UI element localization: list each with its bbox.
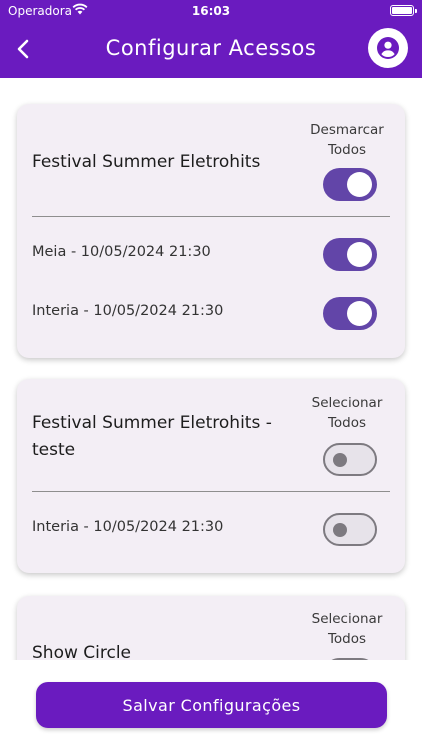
clock: 16:03: [191, 4, 231, 18]
toggle-all-label-line1: Selecionar: [311, 395, 383, 411]
toggle-all-switch[interactable]: [323, 168, 377, 201]
account-circle-icon: [377, 37, 399, 59]
battery-icon: [390, 5, 417, 16]
divider: [32, 491, 390, 492]
toggle-all-label-line1: Desmarcar: [310, 122, 384, 138]
session-switch[interactable]: [323, 297, 377, 330]
toggle-all-switch[interactable]: [323, 443, 377, 476]
session-label: Meia - 10/05/2024 21:30: [32, 244, 211, 260]
events-list[interactable]: Festival Summer Eletrohits Desmarcar Tod…: [0, 78, 422, 660]
footer-bar: Salvar Configurações: [0, 660, 422, 750]
profile-button[interactable]: [368, 28, 408, 68]
session-switch[interactable]: [323, 238, 377, 271]
event-title-line1: Festival Summer Eletrohits -: [32, 413, 272, 433]
session-label: Interia - 10/05/2024 21:30: [32, 519, 224, 535]
session-label: Interia - 10/05/2024 21:30: [32, 303, 224, 319]
toggle-all-label-line2: Todos: [327, 631, 367, 647]
event-title-line2: teste: [32, 440, 76, 460]
event-title: Festival Summer Eletrohits - teste: [32, 410, 302, 464]
save-settings-button[interactable]: Salvar Configurações: [36, 682, 387, 728]
event-title: Festival Summer Eletrohits: [32, 152, 261, 172]
toggle-all-label: Selecionar Todos: [305, 609, 389, 649]
event-title: Show Circle: [32, 643, 132, 660]
toggle-all-label-line1: Selecionar: [311, 611, 383, 627]
status-bar: Operadora 16:03: [0, 0, 422, 22]
toggle-all-label: Selecionar Todos: [305, 393, 389, 433]
session-switch[interactable]: [323, 513, 377, 546]
divider: [32, 216, 390, 217]
toggle-all-label-line2: Todos: [327, 415, 367, 431]
event-card: Show Circle Selecionar Todos: [17, 596, 405, 660]
toggle-all-label: Desmarcar Todos: [305, 120, 389, 160]
event-card: Festival Summer Eletrohits Desmarcar Tod…: [17, 104, 405, 358]
page-title: Configurar Acessos: [105, 36, 317, 60]
event-card: Festival Summer Eletrohits - teste Selec…: [17, 379, 405, 573]
top-app-bar: Operadora 16:03 Configurar Acessos: [0, 0, 422, 78]
toggle-all-label-line2: Todos: [327, 142, 367, 158]
